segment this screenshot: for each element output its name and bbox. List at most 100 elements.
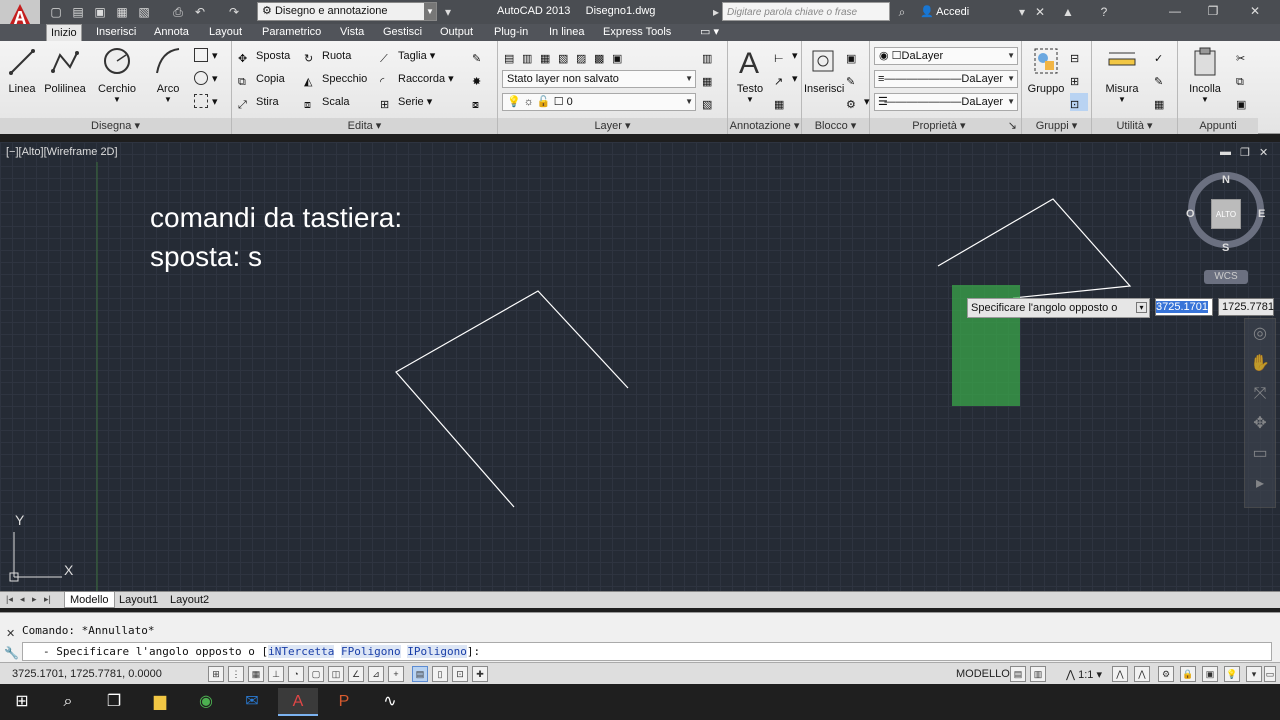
steering-wheel-icon[interactable]: ◎ — [1245, 319, 1275, 349]
layer-state-select[interactable]: Stato layer non salvato ▼ — [502, 70, 696, 88]
osnap-icon[interactable]: ▢ — [308, 666, 324, 682]
dynamic-options-icon[interactable]: ▾ — [1136, 302, 1147, 313]
raccorda-button[interactable]: ◜ Raccorda ▾ — [380, 70, 454, 88]
copia-button[interactable]: ⧉ Copia — [238, 70, 285, 88]
compass-west[interactable]: O — [1186, 208, 1195, 220]
tab-modello[interactable]: Modello — [64, 592, 115, 608]
gradient-button[interactable]: ▾ — [194, 93, 218, 111]
first-tab-icon[interactable]: |◂ — [6, 594, 13, 605]
tab-inserisci[interactable]: Inserisci — [92, 24, 140, 41]
wrench-icon[interactable]: 🔧 — [4, 646, 19, 660]
drawing-area[interactable]: [−][Alto][Wireframe 2D] ▬ ❐ ✕ comandi da… — [0, 142, 1280, 591]
linea-button[interactable]: Linea — [4, 45, 40, 95]
misura-button[interactable]: Misura ▼ — [1098, 45, 1146, 104]
scala-button[interactable]: ⧈ Scala — [304, 93, 350, 111]
quick-view-drawings-icon[interactable]: ▥ — [1030, 666, 1046, 682]
quick-view-layouts-icon[interactable]: ▤ — [1010, 666, 1026, 682]
isolate-objects-icon[interactable]: 💡 — [1224, 666, 1240, 682]
linetype-select[interactable]: ≡ ———————DaLayer ▼ — [874, 70, 1018, 88]
help-icon[interactable]: ? — [1096, 4, 1112, 20]
layer-tools-row[interactable]: ▤ ▥ ▦ ▧ ▨ ▩ ▣ — [504, 47, 630, 65]
erase-button[interactable]: ✎ — [472, 47, 490, 65]
stay-connected-icon[interactable]: ▲ — [1060, 4, 1076, 20]
ducs-icon[interactable]: ⊿ — [368, 666, 384, 682]
tab-vista[interactable]: Vista — [336, 24, 368, 41]
workspace-switch-icon[interactable]: ⚙ — [1158, 666, 1174, 682]
panel-title-appunti[interactable]: Appunti — [1178, 118, 1258, 134]
panel-title-layer[interactable]: Layer ▾ — [498, 118, 727, 134]
select-all-button[interactable]: ✎ — [1154, 70, 1172, 88]
file-explorer-icon[interactable]: ▆ — [140, 688, 180, 716]
cerchio-button[interactable]: Cerchio ▼ — [96, 45, 138, 104]
transparency-icon[interactable]: ▯ — [432, 666, 448, 682]
arco-button[interactable]: Arco ▼ — [150, 45, 186, 104]
tab-layout2[interactable]: Layout2 — [165, 592, 214, 608]
polar-icon[interactable]: ◔ — [288, 666, 304, 682]
panel-title-proprieta[interactable]: Proprietà ▾ ↘ — [870, 118, 1021, 134]
minimize-icon[interactable]: — — [1160, 2, 1190, 20]
autocad-taskbar-icon[interactable]: A — [278, 688, 318, 716]
tab-annota[interactable]: Annota — [150, 24, 193, 41]
quick-properties-icon[interactable]: ⊡ — [452, 666, 468, 682]
layer-extra-1[interactable]: ▥ — [702, 47, 720, 65]
last-tab-icon[interactable]: ▸| — [44, 594, 51, 605]
tab-express-tools[interactable]: Express Tools — [599, 24, 675, 41]
polilinea-button[interactable]: Polilinea — [42, 45, 88, 95]
signin-dropdown-icon[interactable]: ▾ — [1014, 4, 1030, 20]
open-file-icon[interactable]: ▤ — [70, 4, 86, 20]
dynamic-input-y[interactable]: 1725.7781 — [1218, 298, 1274, 316]
publish-icon[interactable]: ▧ — [136, 4, 152, 20]
clean-screen-icon[interactable]: ▭ — [1264, 666, 1276, 682]
dyn-icon[interactable]: + — [388, 666, 404, 682]
dialog-launcher-icon[interactable]: ↘ — [1008, 118, 1017, 134]
create-block-button[interactable]: ▣ — [846, 47, 864, 65]
canvas-text-line-1[interactable]: comandi da tastiera: — [150, 202, 402, 234]
layer-extra-2[interactable]: ▦ — [702, 70, 720, 88]
zoom-extents-icon[interactable]: ⤧ — [1245, 379, 1275, 409]
orbit-icon[interactable]: ✥ — [1245, 409, 1275, 439]
panel-title-annotazione[interactable]: Annotazione ▾ — [728, 118, 801, 134]
tab-layout[interactable]: Layout — [205, 24, 246, 41]
sposta-button[interactable]: ✥ Sposta — [238, 47, 290, 65]
group-edit-button[interactable]: ⊞ — [1070, 70, 1088, 88]
compass-south[interactable]: S — [1222, 242, 1229, 254]
rectangle-button[interactable]: ▾ — [194, 47, 218, 65]
pan-hand-icon[interactable]: ✋ — [1245, 349, 1275, 379]
dynamic-input-x[interactable]: 3725.1701 — [1155, 298, 1213, 316]
testo-button[interactable]: A Testo ▼ — [732, 45, 768, 104]
tab-parametrico[interactable]: Parametrico — [258, 24, 325, 41]
panel-title-edita[interactable]: Edita ▾ — [232, 118, 497, 134]
task-view-icon[interactable]: ❐ — [94, 688, 134, 716]
taglia-button[interactable]: ⟋ Taglia ▾ — [380, 47, 435, 65]
hatch-button[interactable]: ▾ — [194, 70, 218, 88]
grid-icon[interactable]: ▦ — [248, 666, 264, 682]
polyline-shape-2[interactable] — [937, 198, 1132, 299]
lineweight-display-icon[interactable]: ▤ — [412, 666, 428, 682]
exchange-icon[interactable]: ✕ — [1032, 4, 1048, 20]
panel-title-blocco[interactable]: Blocco ▾ — [802, 118, 869, 134]
restore-icon[interactable]: ❐ — [1198, 2, 1228, 20]
save-icon[interactable]: ▣ — [92, 4, 108, 20]
search-input[interactable]: Digitare parola chiave o frase — [722, 2, 890, 21]
annotation-visibility-icon[interactable]: ⋀ — [1112, 666, 1128, 682]
edit-block-button[interactable]: ✎ — [846, 70, 864, 88]
layer-select[interactable]: 💡 ☼ 🔓 ☐ 0 ▼ — [502, 93, 696, 111]
prev-tab-icon[interactable]: ◂ — [20, 594, 25, 605]
lock-ui-icon[interactable]: 🔒 — [1180, 666, 1196, 682]
tab-in-linea[interactable]: In linea — [545, 24, 588, 41]
powerpoint-icon[interactable]: P — [324, 688, 364, 716]
leader-button[interactable]: ↗ ▾ — [774, 70, 798, 88]
print-icon[interactable]: ⎙ — [170, 4, 186, 20]
windows-start-icon[interactable]: ⊞ — [2, 688, 42, 716]
offset-button[interactable]: ⧇ — [472, 93, 490, 111]
tab-inizio[interactable]: Inizio — [46, 24, 82, 41]
dimension-button[interactable]: ⊢ ▾ — [774, 47, 798, 65]
quick-access-menu-icon[interactable]: ▾ — [440, 4, 456, 20]
model-space-toggle[interactable]: MODELLO — [956, 668, 1010, 680]
cut-button[interactable]: ✂ — [1236, 47, 1254, 65]
tab-output[interactable]: Output — [436, 24, 477, 41]
binoculars-icon[interactable]: ⌕ — [894, 4, 910, 20]
save-as-icon[interactable]: ▦ — [114, 4, 130, 20]
coordinates-readout[interactable]: 3725.1701, 1725.7781, 0.0000 — [12, 668, 162, 680]
gruppo-button[interactable]: Gruppo — [1024, 45, 1068, 95]
